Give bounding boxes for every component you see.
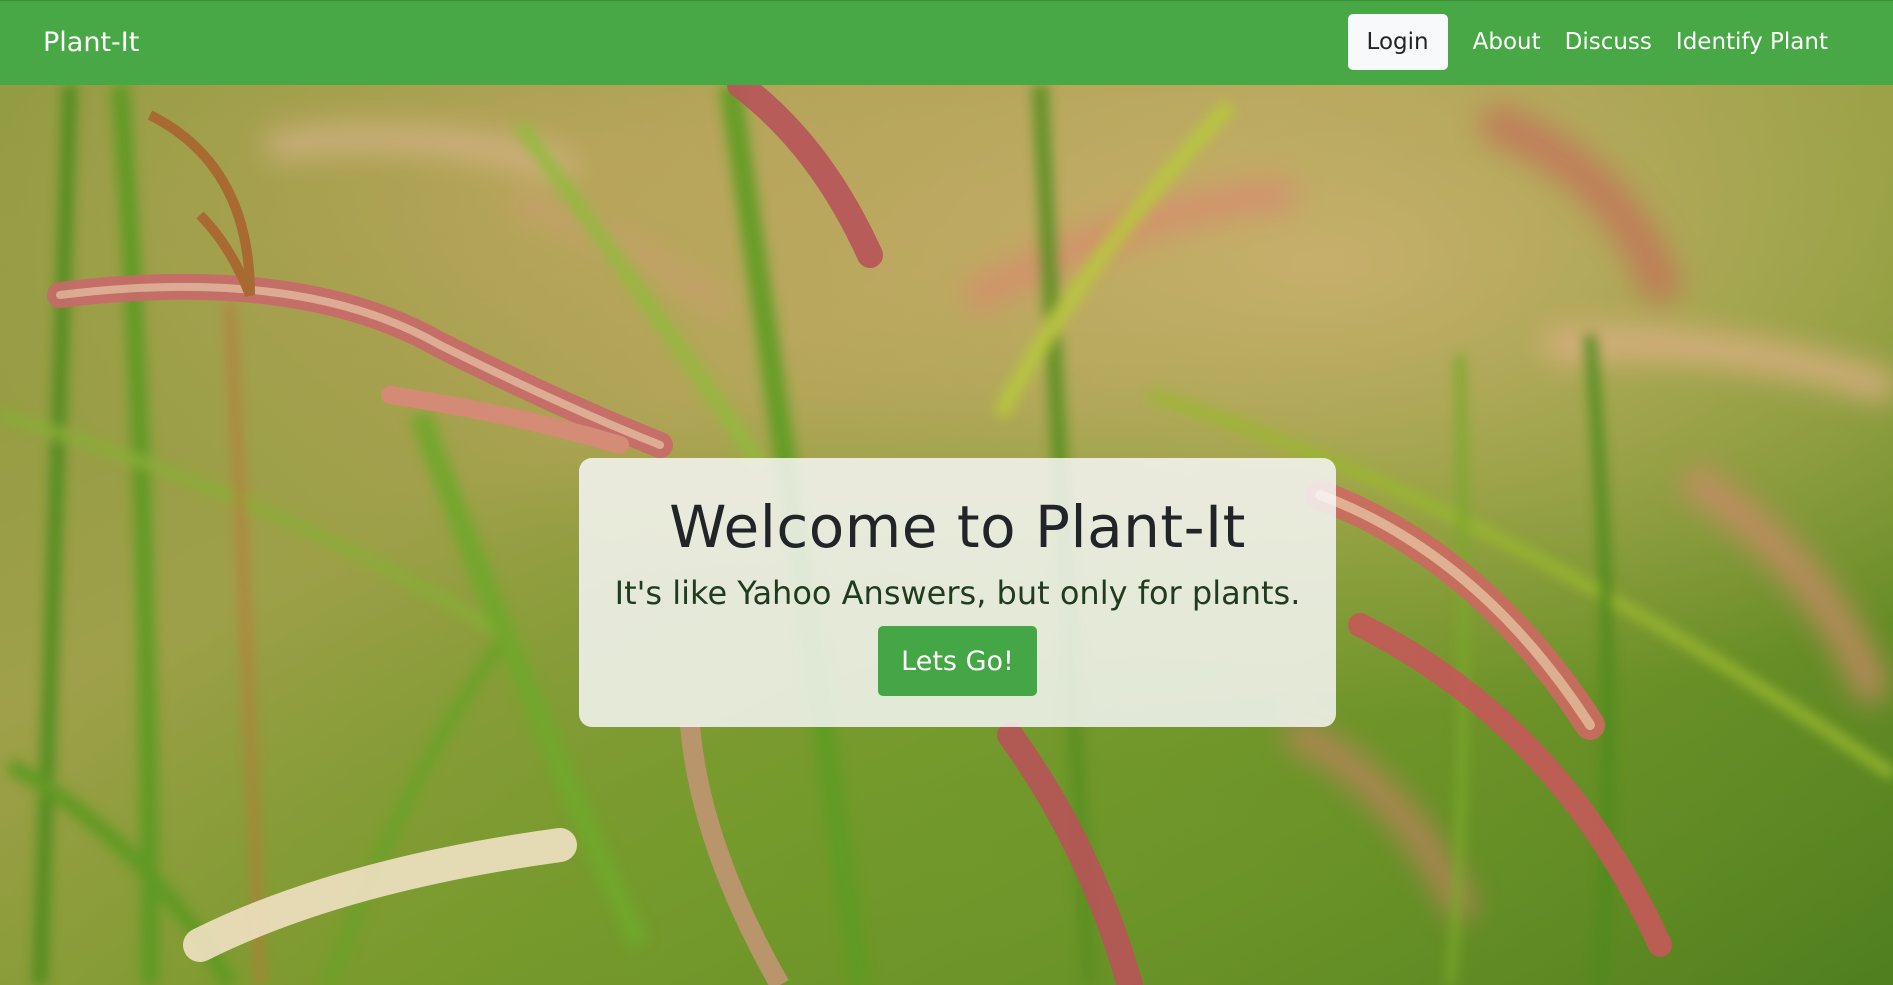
navbar: Plant-It Login About Discuss Identify Pl… <box>0 0 1893 85</box>
brand-link[interactable]: Plant-It <box>43 25 139 61</box>
welcome-title: Welcome to Plant-It <box>669 493 1246 561</box>
lets-go-button[interactable]: Lets Go! <box>878 626 1037 696</box>
welcome-card: Welcome to Plant-It It's like Yahoo Answ… <box>579 458 1336 727</box>
nav-link-discuss[interactable]: Discuss <box>1565 14 1652 70</box>
welcome-subtitle: It's like Yahoo Answers, but only for pl… <box>614 574 1301 612</box>
nav-links: Login About Discuss Identify Plant <box>1347 14 1840 70</box>
login-button[interactable]: Login <box>1347 14 1448 70</box>
nav-link-identify-plant[interactable]: Identify Plant <box>1676 14 1828 70</box>
page: Plant-It Login About Discuss Identify Pl… <box>0 0 1893 985</box>
nav-link-about[interactable]: About <box>1473 14 1541 70</box>
